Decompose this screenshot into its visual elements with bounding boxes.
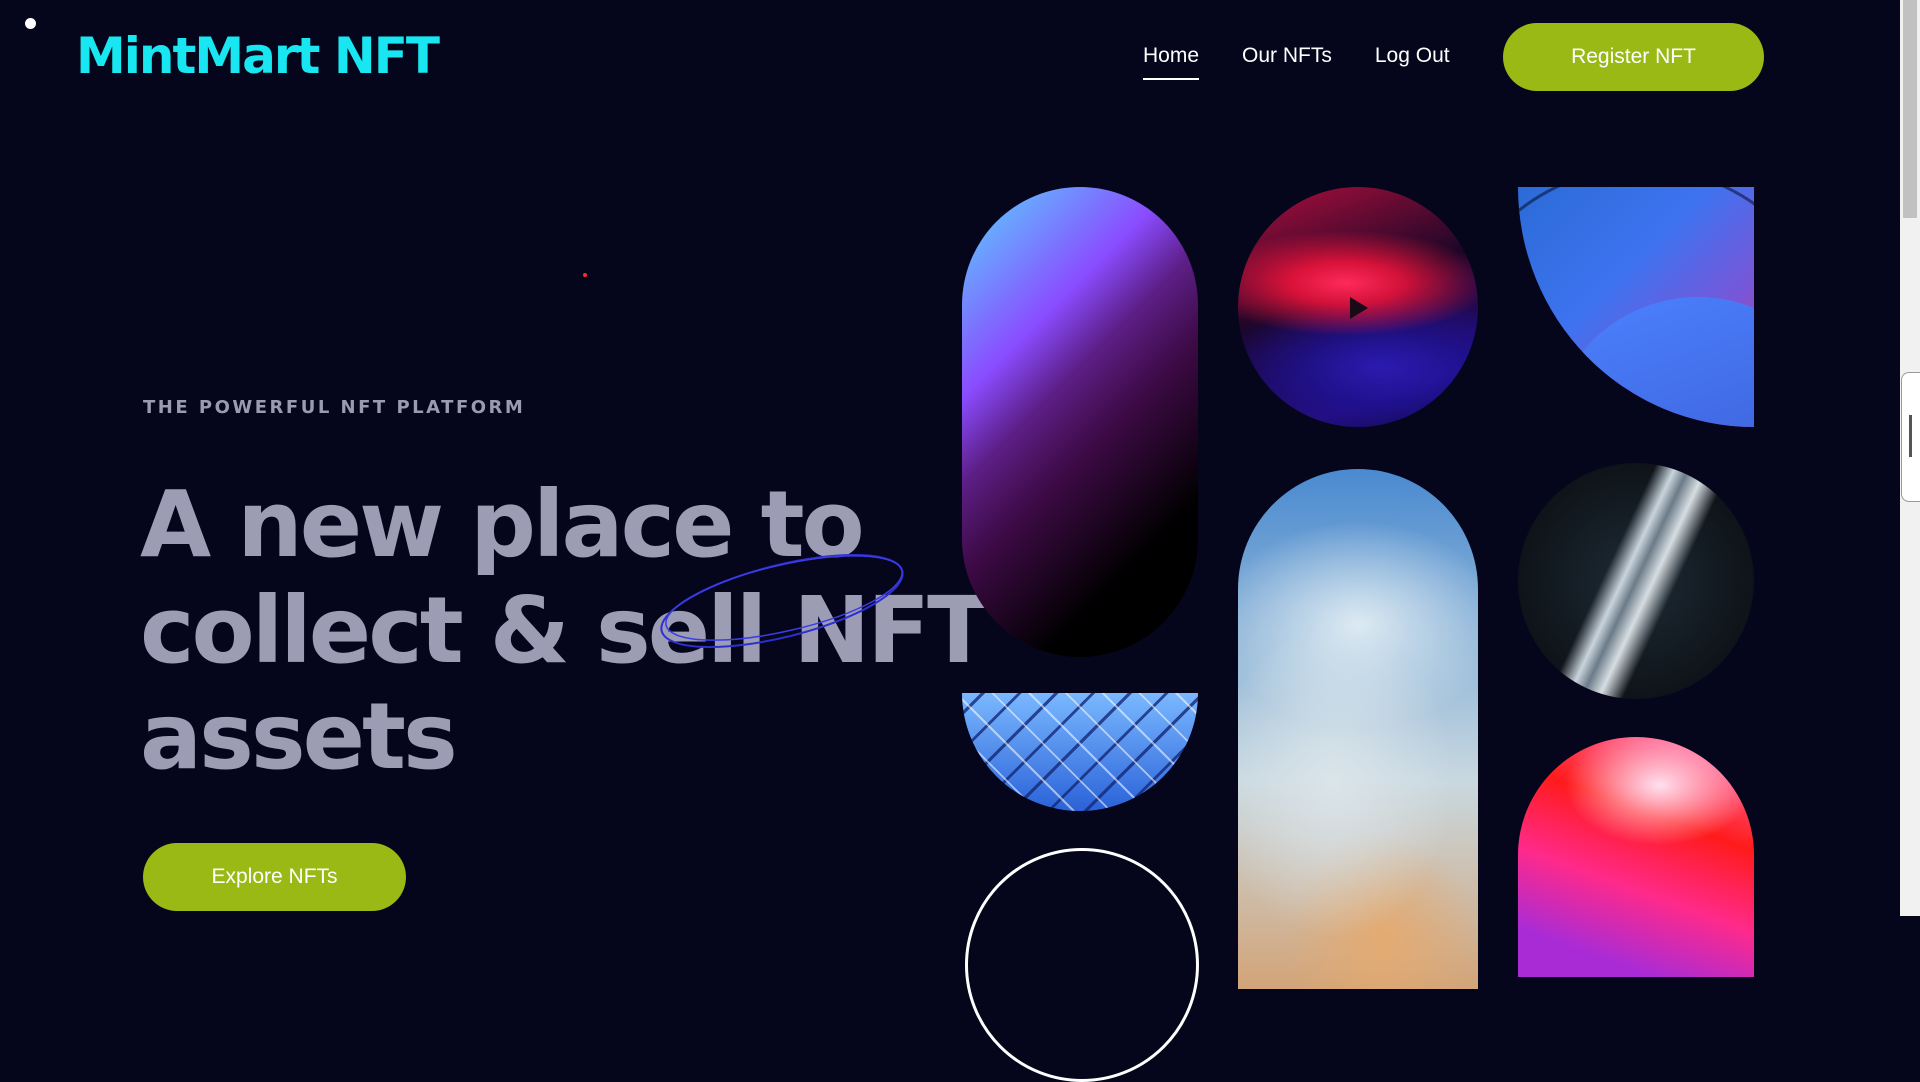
main-nav: Home Our NFTs Log Out bbox=[1143, 44, 1450, 80]
nft-tile-outline-circle[interactable] bbox=[965, 848, 1199, 1082]
nft-tile-pink-gradient[interactable] bbox=[1518, 737, 1754, 977]
hero-eyebrow: THE POWERFUL NFT PLATFORM bbox=[143, 397, 526, 418]
side-panel-handle[interactable] bbox=[1901, 372, 1920, 502]
leaf-outline bbox=[1518, 187, 1754, 427]
decorative-dot bbox=[583, 273, 587, 277]
nav-logout-link[interactable]: Log Out bbox=[1375, 44, 1450, 80]
register-nft-button[interactable]: Register NFT bbox=[1503, 23, 1764, 91]
nav-our-nfts-link[interactable]: Our NFTs bbox=[1242, 44, 1332, 80]
explore-nfts-button[interactable]: Explore NFTs bbox=[143, 843, 406, 911]
headline-line-3: assets bbox=[140, 683, 458, 790]
ellipse-scribble-decoration bbox=[660, 553, 904, 649]
nft-tile-glass-roof[interactable] bbox=[962, 693, 1198, 811]
nft-tile-red-space-video[interactable] bbox=[1238, 187, 1478, 427]
cursor-dot bbox=[25, 18, 36, 29]
nft-tile-silver-crack[interactable] bbox=[1518, 463, 1754, 699]
scrollbar-thumb[interactable] bbox=[1903, 0, 1917, 218]
nft-tile-purple-capsule[interactable] bbox=[962, 187, 1198, 657]
nft-tile-marble-blue[interactable] bbox=[1238, 469, 1478, 989]
play-icon[interactable] bbox=[1350, 297, 1368, 319]
site-logo[interactable]: MintMart NFT bbox=[76, 26, 440, 86]
nav-home-link[interactable]: Home bbox=[1143, 44, 1200, 80]
nft-tile-blue-leaf[interactable] bbox=[1518, 187, 1754, 427]
